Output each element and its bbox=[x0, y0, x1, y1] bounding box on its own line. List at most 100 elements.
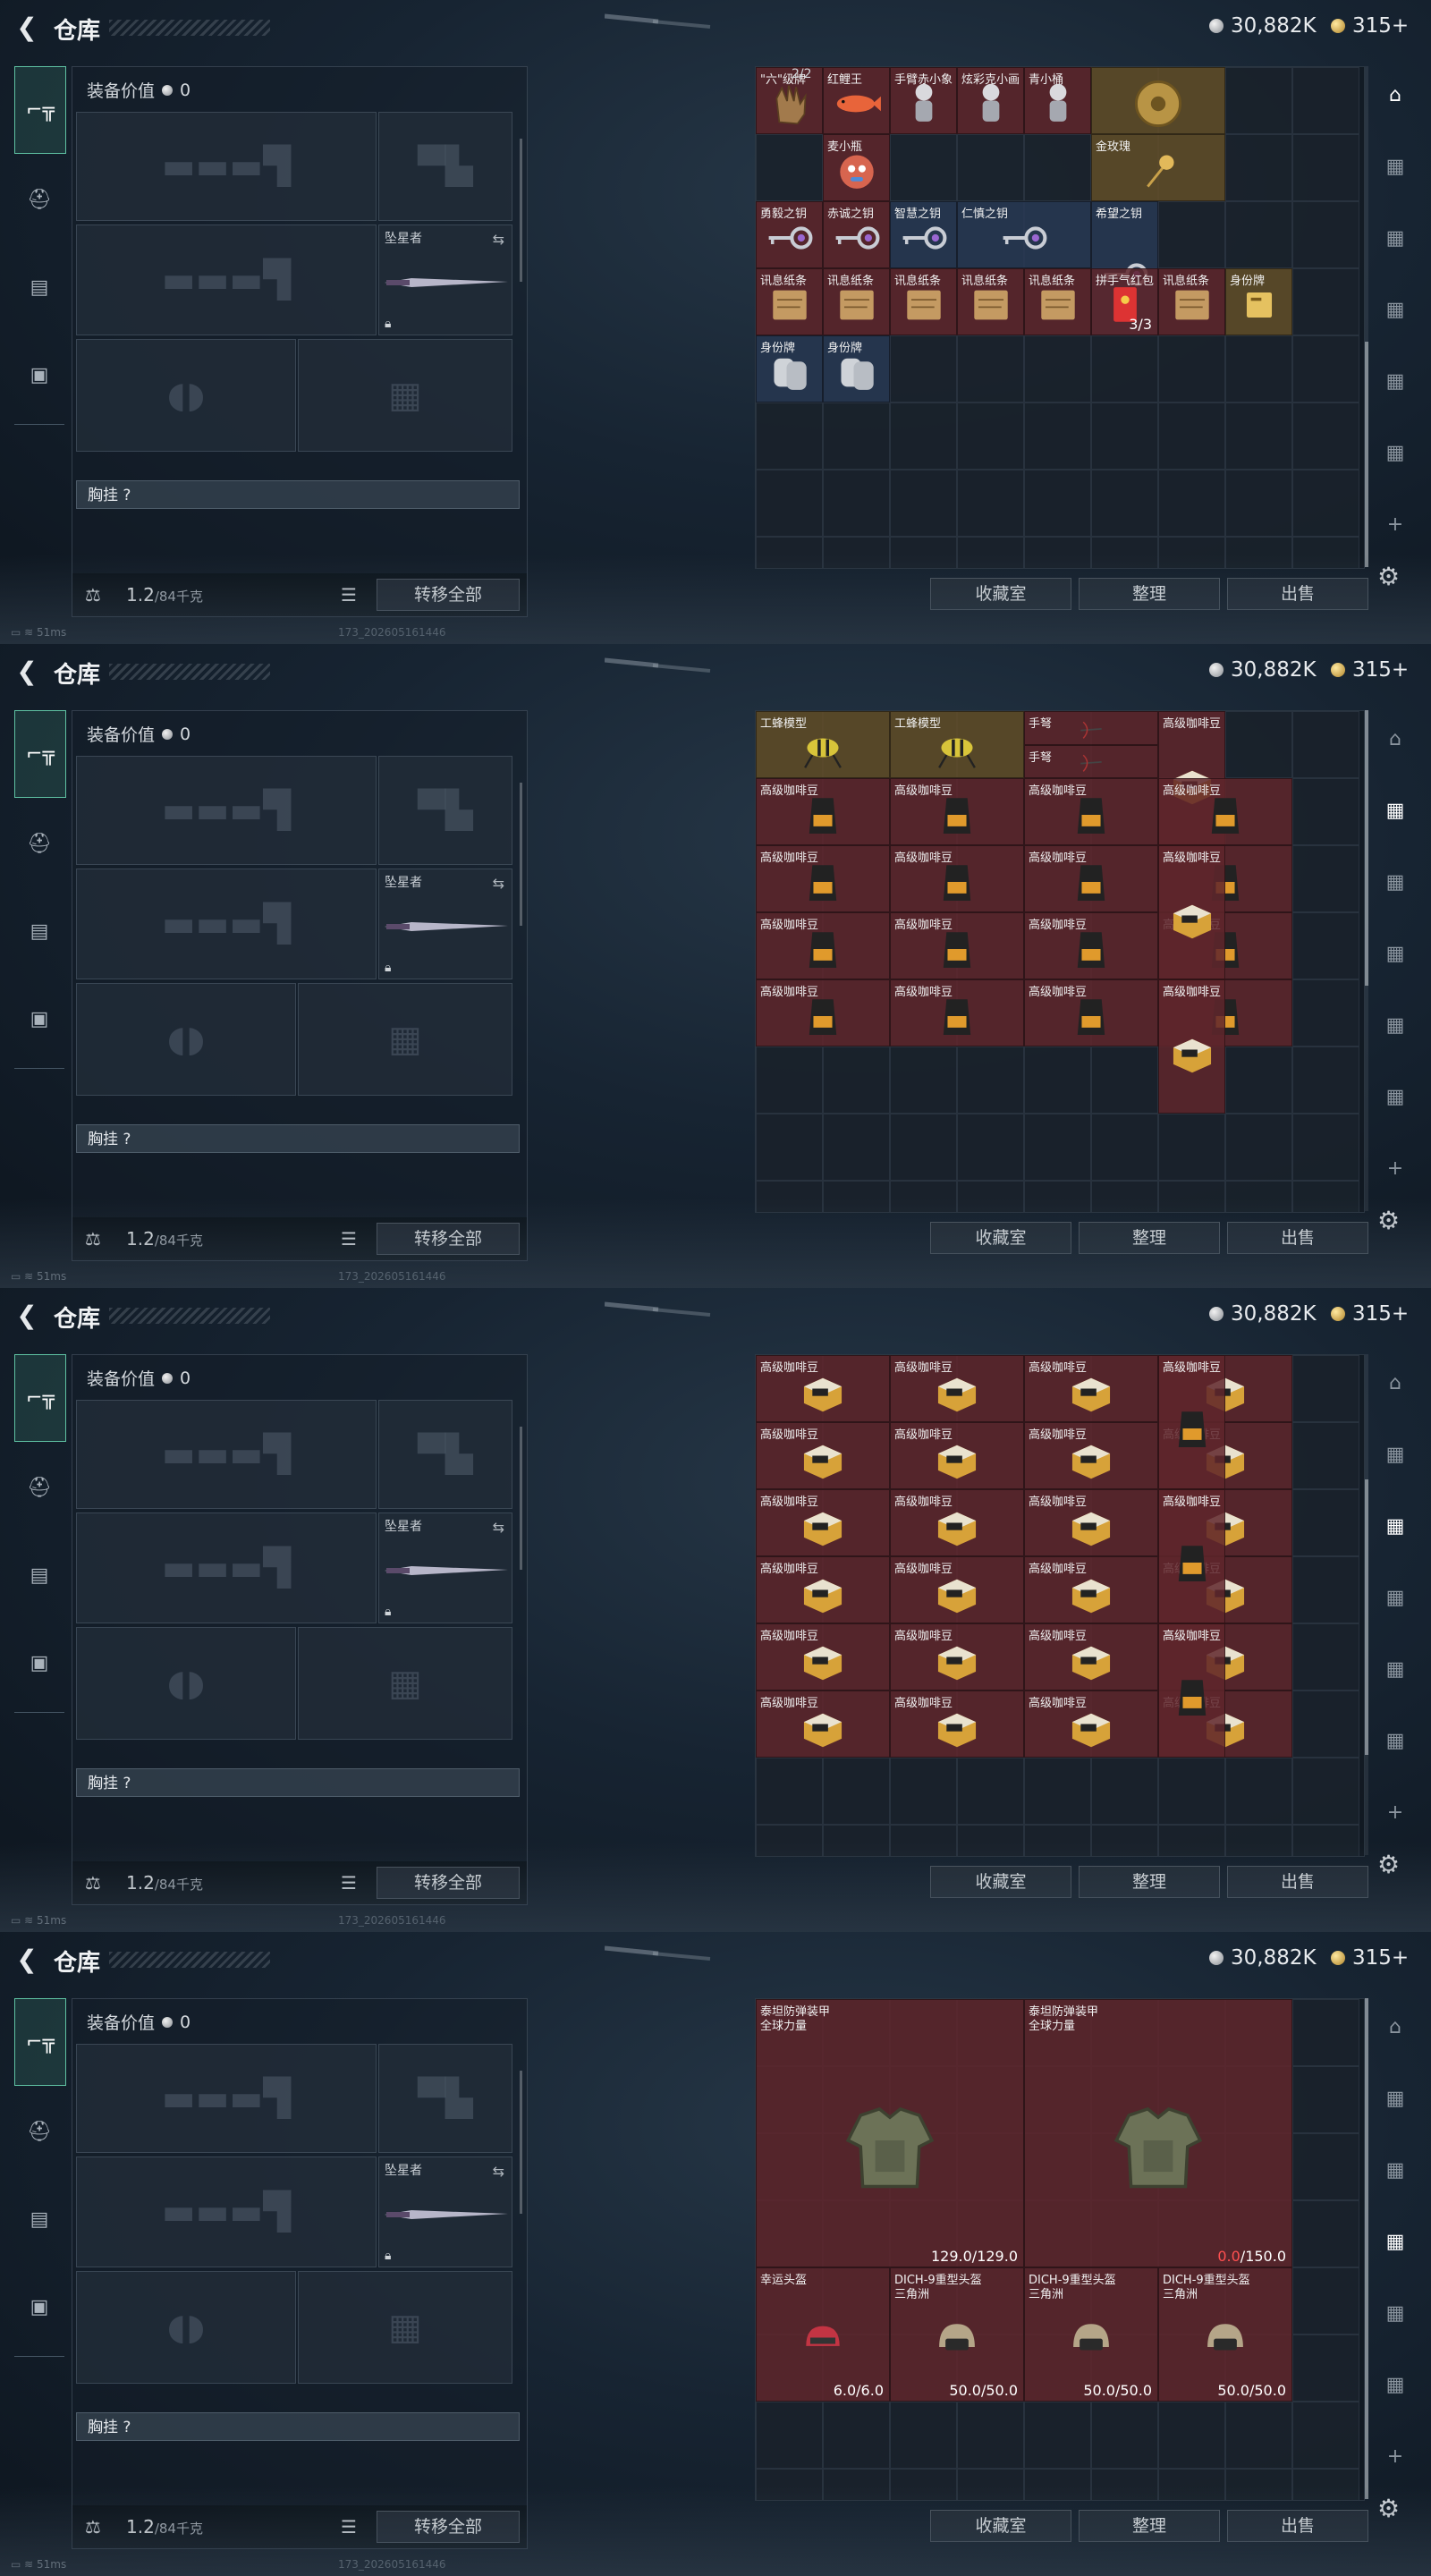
melee-slot[interactable]: 坠星者 ⇆ 🔒︎ bbox=[378, 2157, 512, 2267]
item-slot[interactable]: 高级咖啡豆 bbox=[1158, 1489, 1225, 1623]
storage-tab-6[interactable]: + bbox=[1376, 1148, 1415, 1188]
primary-weapon-slot[interactable]: ▬▬▬▜ bbox=[76, 112, 377, 221]
item-slot[interactable]: 身份牌 bbox=[756, 335, 823, 402]
item-slot[interactable]: 高级咖啡豆 bbox=[1024, 1690, 1158, 1758]
item-slot[interactable]: 高级咖啡豆 bbox=[756, 1422, 890, 1489]
settings-gear-icon[interactable]: ⚙ bbox=[1377, 1850, 1400, 1879]
swap-icon[interactable]: ⇆ bbox=[493, 231, 504, 248]
item-slot[interactable]: 金玫瑰 bbox=[1091, 134, 1225, 201]
chest-rig-slot[interactable]: 胸挂 ? bbox=[76, 1124, 520, 1153]
sort-button[interactable]: 整理 bbox=[1079, 1222, 1220, 1254]
primary-weapon-slot[interactable]: ▬▬▬▜ bbox=[76, 2044, 377, 2153]
item-slot[interactable]: 高级咖啡豆 bbox=[890, 979, 1024, 1046]
nav-item-clipboard[interactable]: ▤ bbox=[14, 1553, 64, 1597]
item-slot[interactable]: 红鲤王 bbox=[823, 67, 890, 134]
storage-tab-3[interactable]: ▦ bbox=[1376, 934, 1415, 973]
item-slot[interactable]: 身份牌 bbox=[1225, 268, 1292, 335]
item-slot[interactable]: 高级咖啡豆 bbox=[756, 778, 890, 845]
chest-rig-slot[interactable]: 胸挂 ? bbox=[76, 1768, 520, 1797]
item-slot[interactable]: 炫彩克小画 bbox=[957, 67, 1024, 134]
nav-item-gun[interactable]: ⌐╦ bbox=[14, 66, 66, 154]
storage-tab-3[interactable]: ▦ bbox=[1376, 2222, 1415, 2261]
sort-button[interactable]: 整理 bbox=[1079, 1866, 1220, 1898]
nav-item-helmet-nav[interactable]: ⛑ bbox=[14, 1465, 64, 1510]
primary-weapon-slot[interactable]: ▬▬▬▜ bbox=[76, 756, 377, 865]
list-icon[interactable]: ☰ bbox=[341, 584, 357, 606]
item-slot[interactable]: 讯息纸条 bbox=[957, 268, 1024, 335]
list-icon[interactable]: ☰ bbox=[341, 1228, 357, 1250]
collection-room-button[interactable]: 收藏室 bbox=[930, 1222, 1071, 1254]
transfer-all-button[interactable]: 转移全部 bbox=[377, 1223, 520, 1255]
loadout-scrollbar[interactable] bbox=[520, 1427, 522, 1570]
back-icon[interactable]: ❮ bbox=[11, 1301, 43, 1333]
secondary-weapon-slot[interactable]: ▬▬▬▜ bbox=[76, 2157, 377, 2267]
nav-item-helmet-nav[interactable]: ⛑ bbox=[14, 2109, 64, 2154]
item-slot[interactable]: 高级咖啡豆 bbox=[1024, 1489, 1158, 1556]
settings-gear-icon[interactable]: ⚙ bbox=[1377, 2494, 1400, 2523]
item-slot[interactable]: 讯息纸条 bbox=[823, 268, 890, 335]
item-slot[interactable]: 高级咖啡豆 bbox=[1158, 778, 1292, 845]
item-slot[interactable]: 讯息纸条 bbox=[890, 268, 957, 335]
item-slot[interactable]: 高级咖啡豆 bbox=[1024, 1355, 1158, 1422]
nav-item-briefcase[interactable]: ▣ bbox=[14, 2284, 64, 2329]
item-slot[interactable]: 勇毅之钥 bbox=[756, 201, 823, 268]
item-slot[interactable]: 手弩 bbox=[1024, 745, 1158, 778]
item-slot[interactable]: 高级咖啡豆 bbox=[756, 979, 890, 1046]
pistol-slot[interactable]: ▀▙ bbox=[378, 2044, 512, 2153]
storage-tab-3[interactable]: ▦ bbox=[1376, 1578, 1415, 1617]
storage-scrollbar[interactable] bbox=[1365, 66, 1368, 567]
storage-tab-1[interactable]: ▦ bbox=[1376, 2079, 1415, 2118]
item-slot[interactable]: 工蜂模型 bbox=[890, 711, 1024, 778]
item-slot[interactable]: 高级咖啡豆 bbox=[890, 778, 1024, 845]
item-slot[interactable]: 高级咖啡豆 bbox=[1024, 845, 1158, 912]
item-slot[interactable]: 工蜂模型 bbox=[756, 711, 890, 778]
transfer-all-button[interactable]: 转移全部 bbox=[377, 1867, 520, 1899]
storage-scrollbar-thumb[interactable] bbox=[1365, 1479, 1368, 1755]
nav-item-helmet-nav[interactable]: ⛑ bbox=[14, 177, 64, 222]
storage-tab-6[interactable]: + bbox=[1376, 504, 1415, 544]
chest-rig-slot[interactable]: 胸挂 ? bbox=[76, 480, 520, 509]
item-slot[interactable]: 高级咖啡豆 bbox=[890, 1623, 1024, 1690]
item-slot[interactable]: 高级咖啡豆 bbox=[1158, 1623, 1225, 1758]
sell-button[interactable]: 出售 bbox=[1227, 1866, 1368, 1898]
storage-tab-1[interactable]: ▦ bbox=[1376, 1435, 1415, 1474]
item-slot[interactable]: 手臂赤小象 bbox=[890, 67, 957, 134]
swap-icon[interactable]: ⇆ bbox=[493, 875, 504, 892]
item-slot[interactable]: 高级咖啡豆 bbox=[1024, 1556, 1158, 1623]
helmet-slot[interactable]: ◖◗ bbox=[76, 2271, 296, 2384]
pistol-slot[interactable]: ▀▙ bbox=[378, 112, 512, 221]
nav-item-gun[interactable]: ⌐╦ bbox=[14, 710, 66, 798]
melee-slot[interactable]: 坠星者 ⇆ 🔒︎ bbox=[378, 869, 512, 979]
item-slot[interactable]: 高级咖啡豆 bbox=[890, 1556, 1024, 1623]
item-slot[interactable]: 高级咖啡豆 bbox=[1158, 1355, 1225, 1489]
back-icon[interactable]: ❮ bbox=[11, 657, 43, 689]
storage-tab-4[interactable]: ▦ bbox=[1376, 361, 1415, 401]
item-slot[interactable]: DICH-9重型头盔 三角洲 50.0/50.0 bbox=[1024, 2267, 1158, 2402]
item-slot[interactable]: 青小桶 bbox=[1024, 67, 1091, 134]
item-slot[interactable]: 幸运头盔 6.0/6.0 bbox=[756, 2267, 890, 2402]
item-slot[interactable]: 高级咖啡豆 bbox=[756, 1623, 890, 1690]
nav-item-clipboard[interactable]: ▤ bbox=[14, 909, 64, 953]
sell-button[interactable]: 出售 bbox=[1227, 578, 1368, 610]
storage-tab-0[interactable]: ⌂ bbox=[1376, 75, 1415, 114]
item-slot[interactable]: "六"级牌 bbox=[756, 67, 823, 134]
storage-tab-6[interactable]: + bbox=[1376, 2436, 1415, 2476]
sort-button[interactable]: 整理 bbox=[1079, 578, 1220, 610]
item-slot[interactable]: 高级咖啡豆 bbox=[1024, 912, 1158, 979]
item-slot[interactable]: 高级咖啡豆 bbox=[890, 1690, 1024, 1758]
collection-room-button[interactable]: 收藏室 bbox=[930, 1866, 1071, 1898]
item-slot[interactable]: 高级咖啡豆 bbox=[890, 1489, 1024, 1556]
storage-scrollbar[interactable] bbox=[1365, 1998, 1368, 2499]
item-slot[interactable]: 高级咖啡豆 bbox=[1158, 845, 1225, 979]
storage-tab-5[interactable]: ▦ bbox=[1376, 1721, 1415, 1760]
nav-item-briefcase[interactable]: ▣ bbox=[14, 352, 64, 397]
item-slot[interactable]: 高级咖啡豆 bbox=[756, 845, 890, 912]
loadout-scrollbar[interactable] bbox=[520, 2071, 522, 2214]
storage-tab-2[interactable]: ▦ bbox=[1376, 1506, 1415, 1546]
transfer-all-button[interactable]: 转移全部 bbox=[377, 579, 520, 611]
storage-tab-3[interactable]: ▦ bbox=[1376, 290, 1415, 329]
sell-button[interactable]: 出售 bbox=[1227, 1222, 1368, 1254]
item-slot[interactable]: 讯息纸条 bbox=[1158, 268, 1225, 335]
item-slot[interactable]: 高级咖啡豆 bbox=[890, 912, 1024, 979]
sort-button[interactable]: 整理 bbox=[1079, 2510, 1220, 2542]
